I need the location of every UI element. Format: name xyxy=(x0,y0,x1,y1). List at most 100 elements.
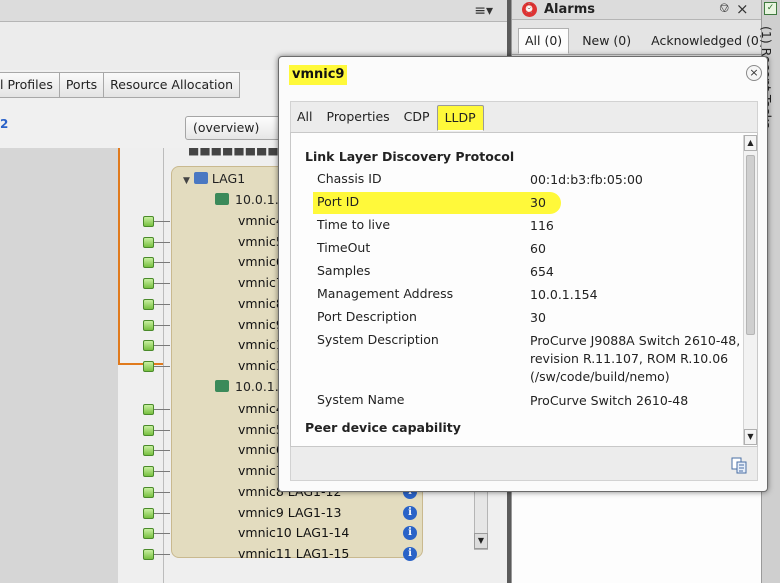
port-icon xyxy=(143,216,154,227)
vmnic-label: vmnic8 xyxy=(238,295,284,311)
port-icon xyxy=(143,319,154,331)
close-icon[interactable]: × xyxy=(736,0,749,18)
prop-label: Chassis ID xyxy=(317,171,382,186)
port-connector xyxy=(154,512,170,514)
host-ip: 10.0.1. xyxy=(235,379,279,394)
prop-label: Management Address xyxy=(317,286,454,301)
port-connector xyxy=(154,533,170,535)
host-icon xyxy=(215,380,229,392)
properties-scrollbar[interactable]: ▲ ▼ xyxy=(743,135,757,445)
port-connector xyxy=(154,303,170,305)
row-management-address: Management Address 10.0.1.154 xyxy=(291,284,731,306)
lag-title[interactable]: ▼ LAG1 xyxy=(183,171,245,186)
port-connector xyxy=(154,262,170,264)
vmnic-label: vmnic11 LAG1-15 xyxy=(238,545,350,561)
vmnic-row[interactable]: vmnic9 LAG1-13 i xyxy=(0,503,507,523)
vmnic-label: vmnic6 xyxy=(238,442,284,458)
prop-value: 10.0.1.154 xyxy=(530,287,598,302)
port-connector xyxy=(154,429,170,431)
alarms-header: ⏰ Alarms ⎊ × xyxy=(512,0,762,20)
port-connector xyxy=(154,409,170,410)
prop-label: Port Description xyxy=(317,309,417,324)
scroll-up-icon[interactable]: ▲ xyxy=(744,135,757,151)
lag-icon xyxy=(193,172,208,184)
scroll-down-icon[interactable]: ▼ xyxy=(474,533,488,549)
tab-all[interactable]: All xyxy=(290,105,320,131)
tab-cdp[interactable]: CDP xyxy=(397,105,437,131)
port-icon xyxy=(143,236,154,248)
prop-value: ProCurve Switch 2610-48 xyxy=(530,393,689,408)
main-toolbar: ≡▾ xyxy=(0,0,507,22)
prop-label: Port ID xyxy=(317,194,360,209)
vmnic-label: vmnic7 xyxy=(238,463,284,479)
port-icon xyxy=(143,528,154,540)
view-select[interactable]: (overview) xyxy=(185,116,285,140)
tab-ports[interactable]: Ports xyxy=(59,72,105,98)
port-icon xyxy=(143,424,154,436)
copy-icon[interactable] xyxy=(730,456,748,474)
port-icon xyxy=(143,548,154,560)
section-title-lldp: Link Layer Discovery Protocol xyxy=(305,149,515,164)
host-row[interactable]: 10.0.1. xyxy=(215,379,279,394)
tab-alarms-all[interactable]: All (0) xyxy=(518,28,570,54)
scroll-down-icon[interactable]: ▼ xyxy=(744,429,757,445)
tab-alarms-new[interactable]: New (0) xyxy=(575,28,638,54)
vmnic-label: vmnic6 xyxy=(238,254,284,270)
port-connector xyxy=(154,365,170,367)
close-icon[interactable]: × xyxy=(746,65,762,81)
tab-alarms-acknowledged[interactable]: Acknowledged (0) xyxy=(644,28,771,54)
link-glyph[interactable]: 2 xyxy=(0,117,8,131)
vmnic-label: vmnic1 xyxy=(238,357,284,373)
tasks-check-icon: ✓ xyxy=(764,2,777,15)
port-connector xyxy=(154,450,170,452)
tab-profiles[interactable]: l Profiles xyxy=(0,72,60,98)
vmnic-label: vmnic4 xyxy=(238,213,284,228)
prop-value: ProCurve J9088A Switch 2610-48, xyxy=(530,333,741,348)
row-time-to-live: Time to live 116 xyxy=(291,215,731,237)
info-icon[interactable]: i xyxy=(403,526,417,541)
prop-value: 00:1d:b3:fb:05:00 xyxy=(530,172,643,187)
host-row[interactable]: 10.0.1. xyxy=(215,192,279,207)
tab-lldp[interactable]: LLDP xyxy=(436,105,484,131)
row-chassis-id: Chassis ID 00:1d:b3:fb:05:00 xyxy=(291,169,731,191)
vmnic-row[interactable]: vmnic11 LAG1-15 i xyxy=(0,544,507,564)
prop-label: TimeOut xyxy=(317,240,371,255)
info-icon[interactable]: i xyxy=(403,505,417,520)
port-icon xyxy=(143,404,154,415)
scroll-thumb[interactable] xyxy=(746,155,755,335)
vmnic-row[interactable]: vmnic10 LAG1-14 i xyxy=(0,523,507,543)
vmnic-label: vmnic4 xyxy=(238,401,284,416)
prop-value: 30 xyxy=(530,310,546,325)
port-connector xyxy=(154,491,170,493)
vmnic-label: vmnic1 xyxy=(238,337,284,353)
alarm-clock-icon: ⏰ xyxy=(522,2,537,17)
info-icon[interactable]: i xyxy=(403,546,417,561)
port-connector xyxy=(154,345,170,347)
prop-value-line3: (/sw/code/build/nemo) xyxy=(530,369,670,384)
menu-icon[interactable]: ≡▾ xyxy=(474,3,493,19)
vmnic-label: vmnic7 xyxy=(238,275,284,291)
pin-icon[interactable]: ⎊ xyxy=(719,1,729,16)
port-icon xyxy=(143,507,154,519)
dialog-title: vmnic9 xyxy=(289,65,348,85)
port-icon xyxy=(143,340,154,352)
row-port-id: Port ID 30 xyxy=(291,192,731,214)
collapse-triangle-icon[interactable]: ▼ xyxy=(183,176,190,186)
prop-label: Samples xyxy=(317,263,371,278)
port-icon xyxy=(143,445,154,457)
port-connector xyxy=(154,471,170,473)
port-connector xyxy=(154,553,170,555)
prop-value-line2: revision R.11.107, ROM R.10.06 xyxy=(530,351,729,366)
lldp-properties-panel: Link Layer Discovery Protocol Chassis ID… xyxy=(290,132,758,447)
prop-value: 30 xyxy=(530,195,546,210)
host-ip: 10.0.1. xyxy=(235,192,279,207)
tab-properties[interactable]: Properties xyxy=(320,105,397,131)
tab-resource-allocation[interactable]: Resource Allocation xyxy=(104,72,241,98)
prop-label: Time to live xyxy=(317,217,391,232)
prop-value: 654 xyxy=(530,264,554,279)
port-connector xyxy=(154,241,170,243)
main-subtabs: l Profiles Ports Resource Allocation xyxy=(0,72,241,98)
port-connector xyxy=(154,324,170,326)
host-icon xyxy=(215,193,229,205)
uplink-row-cut: ■■■■■■■■ xyxy=(188,148,279,157)
